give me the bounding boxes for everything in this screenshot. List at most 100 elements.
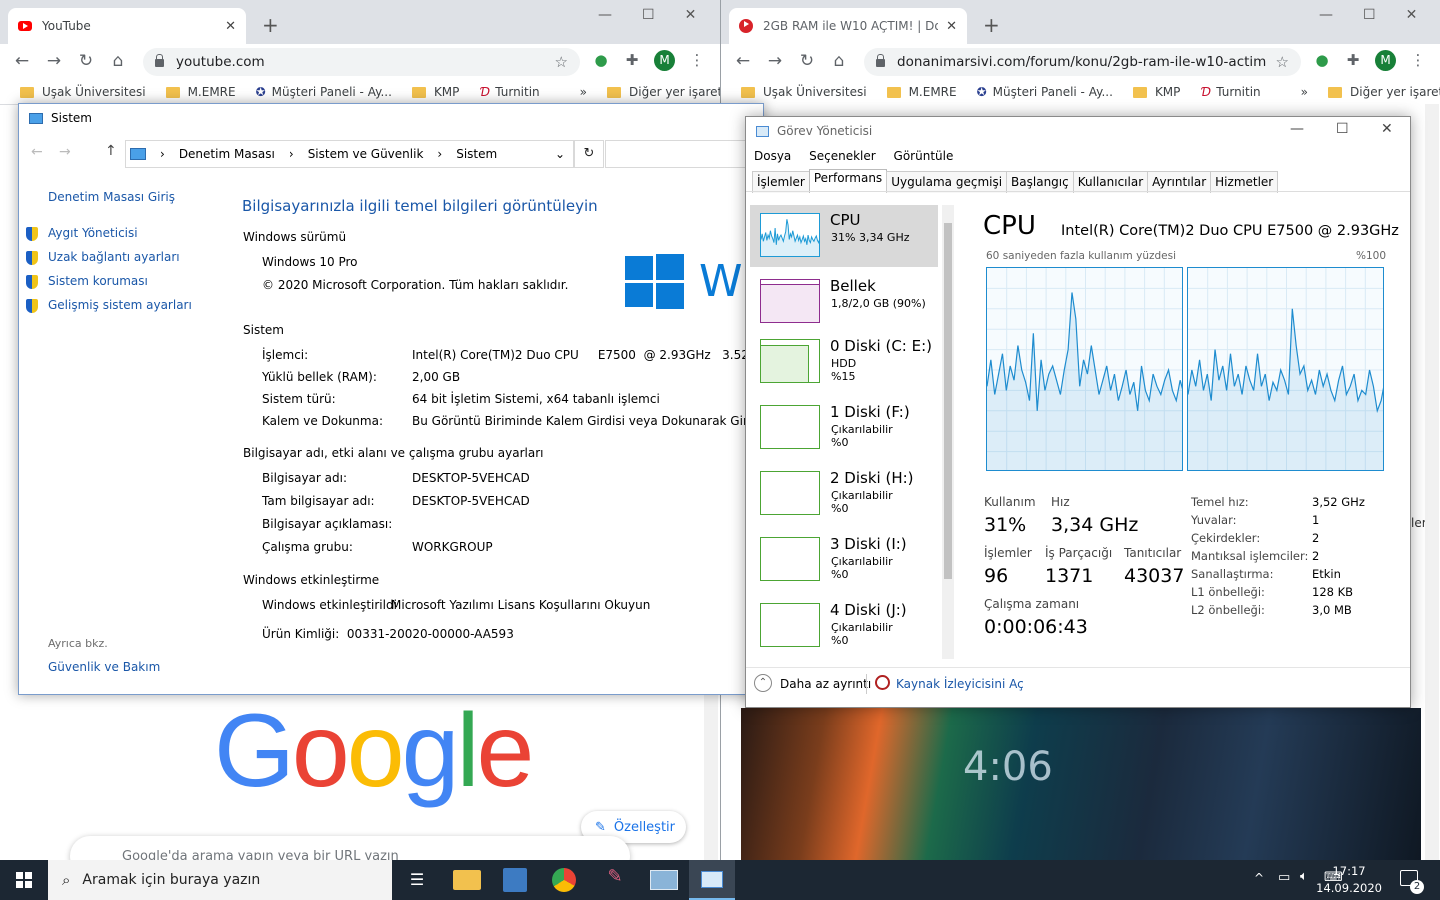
chevron-up-icon[interactable]: ^ [1254, 871, 1264, 885]
evernote-extension-icon[interactable]: ● [591, 51, 611, 71]
scroll-thumb[interactable] [944, 223, 952, 579]
system-protection-link[interactable]: Sistem koruması [26, 274, 148, 289]
close-tab-icon[interactable]: ✕ [225, 19, 236, 34]
close-icon[interactable]: ✕ [1406, 7, 1418, 23]
close-tab-icon[interactable]: ✕ [946, 19, 957, 34]
paint-icon[interactable]: ✎ [601, 866, 629, 894]
maximize-icon[interactable]: ☐ [642, 7, 655, 23]
address-bar[interactable]: youtube.com ☆ [143, 48, 580, 76]
chevron-up-icon[interactable]: ⌃ [754, 674, 772, 692]
maximize-icon[interactable]: ☐ [1336, 121, 1349, 137]
breadcrumb-item[interactable]: Denetim Masası [179, 147, 275, 161]
device-list-scrollbar[interactable] [942, 205, 954, 659]
bookmark-item[interactable]: ✪ Müşteri Paneli - Ay... [977, 85, 1113, 99]
close-icon[interactable]: ✕ [1381, 121, 1393, 137]
bookmark-item[interactable]: M.EMRE [165, 85, 236, 99]
device-manager-link[interactable]: Aygıt Yöneticisi [26, 226, 138, 241]
tab-donanimarsivi[interactable]: 2GB RAM ile W10 AÇTIM! | Donan ✕ [729, 8, 967, 44]
new-tab-button[interactable]: + [262, 13, 279, 37]
menu-options[interactable]: Seçenekler [809, 149, 876, 163]
home-icon[interactable]: ⌂ [102, 51, 134, 71]
taskbar-search[interactable]: ⌕ Aramak için buraya yazın [48, 860, 392, 900]
device-memory[interactable]: Bellek 1,8/2,0 GB (90%) [750, 271, 938, 333]
up-icon[interactable]: ↑ [105, 143, 117, 159]
breadcrumb-item[interactable]: Sistem [456, 147, 497, 161]
back-icon[interactable]: ← [31, 144, 43, 160]
new-tab-button[interactable]: + [983, 13, 1000, 37]
tab-services[interactable]: Hizmetler [1210, 171, 1279, 193]
back-icon[interactable]: ← [727, 51, 759, 71]
menu-file[interactable]: Dosya [754, 149, 791, 163]
advanced-settings-link[interactable]: Gelişmiş sistem ayarları [26, 298, 192, 313]
tab-startup[interactable]: Başlangıç [1006, 171, 1074, 193]
more-bookmarks-icon[interactable]: » [1301, 85, 1308, 99]
chevron-down-icon[interactable]: ⌄ [555, 147, 565, 161]
search-field[interactable] [605, 140, 763, 168]
forward-icon[interactable]: → [759, 51, 791, 71]
reload-icon[interactable]: ↻ [791, 51, 823, 71]
forward-icon[interactable]: → [38, 51, 70, 71]
menu-dots-icon[interactable]: ⋮ [687, 51, 707, 71]
tab-performance[interactable]: Performans [808, 169, 888, 193]
evernote-extension-icon[interactable]: ● [1312, 51, 1332, 71]
extensions-puzzle-icon[interactable]: ✚ [1343, 51, 1363, 71]
breadcrumb[interactable]: › Denetim Masası › Sistem ve Güvenlik › … [125, 140, 574, 168]
volume-icon[interactable]: 🔈︎ [1300, 869, 1308, 884]
home-icon[interactable]: ⌂ [823, 51, 855, 71]
refresh-icon[interactable]: ↻ [574, 140, 604, 168]
back-icon[interactable]: ← [6, 51, 38, 71]
control-panel-icon[interactable] [650, 870, 678, 890]
bookmark-star-icon[interactable]: ☆ [555, 53, 568, 71]
more-bookmarks-icon[interactable]: » [580, 85, 587, 99]
file-explorer-icon[interactable] [453, 870, 481, 890]
tab-users[interactable]: Kullanıcılar [1072, 171, 1149, 193]
task-manager-taskbar-button[interactable] [689, 860, 735, 900]
minimize-icon[interactable]: — [598, 7, 612, 23]
tab-youtube[interactable]: YouTube ✕ [8, 8, 246, 44]
bookmark-item[interactable]: Uşak Üniversitesi [741, 85, 867, 99]
task-view-icon[interactable]: ☰ [403, 866, 431, 894]
resource-monitor-link[interactable]: Kaynak İzleyicisini Aç [896, 677, 1024, 691]
calculator-icon[interactable] [503, 868, 527, 892]
device-disk0[interactable]: 0 Diski (C: E:) HDD %15 [750, 331, 938, 393]
network-icon[interactable]: ▭ [1278, 870, 1290, 885]
bookmark-item[interactable]: Ɗ Turnitin [479, 85, 539, 99]
minimize-icon[interactable]: — [1319, 7, 1333, 23]
license-terms-link[interactable]: Microsoft Yazılımı Lisans Koşullarını Ok… [391, 598, 650, 612]
other-bookmarks[interactable]: Diğer yer işaretleri [607, 85, 720, 99]
tab-details[interactable]: Ayrıntılar [1147, 171, 1212, 193]
bookmark-item[interactable]: KMP [1132, 85, 1180, 99]
bookmark-item[interactable]: ✪ Müşteri Paneli - Ay... [256, 85, 392, 99]
tab-processes[interactable]: İşlemler [752, 171, 810, 193]
clock[interactable]: 17:17 14.09.2020 [1316, 863, 1382, 897]
breadcrumb-item[interactable]: Sistem ve Güvenlik [308, 147, 424, 161]
bookmark-item[interactable]: M.EMRE [886, 85, 957, 99]
maximize-icon[interactable]: ☐ [1363, 7, 1376, 23]
address-bar[interactable]: donanimarsivi.com/forum/konu/2gb-ram-ile… [864, 48, 1301, 76]
menu-dots-icon[interactable]: ⋮ [1408, 51, 1428, 71]
other-bookmarks[interactable]: Diğer yer işaretleri [1328, 85, 1440, 99]
device-disk3[interactable]: 3 Diski (I:) Çıkarılabilir %0 [750, 529, 938, 591]
close-icon[interactable]: ✕ [685, 7, 697, 23]
chrome-icon[interactable] [552, 868, 576, 892]
profile-avatar[interactable]: M [1375, 50, 1396, 71]
remote-settings-link[interactable]: Uzak bağlantı ayarları [26, 250, 180, 265]
security-maintenance-link[interactable]: Güvenlik ve Bakım [48, 660, 160, 674]
reload-icon[interactable]: ↻ [70, 51, 102, 71]
bookmark-item[interactable]: KMP [411, 85, 459, 99]
bookmark-item[interactable]: Ɗ Turnitin [1200, 85, 1260, 99]
device-disk1[interactable]: 1 Diski (F:) Çıkarılabilir %0 [750, 397, 938, 459]
device-disk2[interactable]: 2 Diski (H:) Çıkarılabilir %0 [750, 463, 938, 525]
extensions-puzzle-icon[interactable]: ✚ [622, 51, 642, 71]
minimize-icon[interactable]: — [1290, 121, 1304, 137]
control-panel-home-link[interactable]: Denetim Masası Giriş [48, 190, 175, 204]
device-disk4[interactable]: 4 Diski (J:) Çıkarılabilir %0 [750, 595, 938, 657]
bookmark-star-icon[interactable]: ☆ [1276, 53, 1289, 71]
start-button[interactable] [0, 860, 48, 900]
page-scrollbar[interactable] [1425, 104, 1439, 860]
fewer-details-link[interactable]: Daha az ayrıntı [780, 677, 871, 691]
device-cpu[interactable]: CPU 31% 3,34 GHz [750, 205, 938, 267]
tab-app-history[interactable]: Uygulama geçmişi [886, 171, 1008, 193]
bookmark-item[interactable]: Uşak Üniversitesi [20, 85, 146, 99]
forward-icon[interactable]: → [59, 144, 71, 160]
